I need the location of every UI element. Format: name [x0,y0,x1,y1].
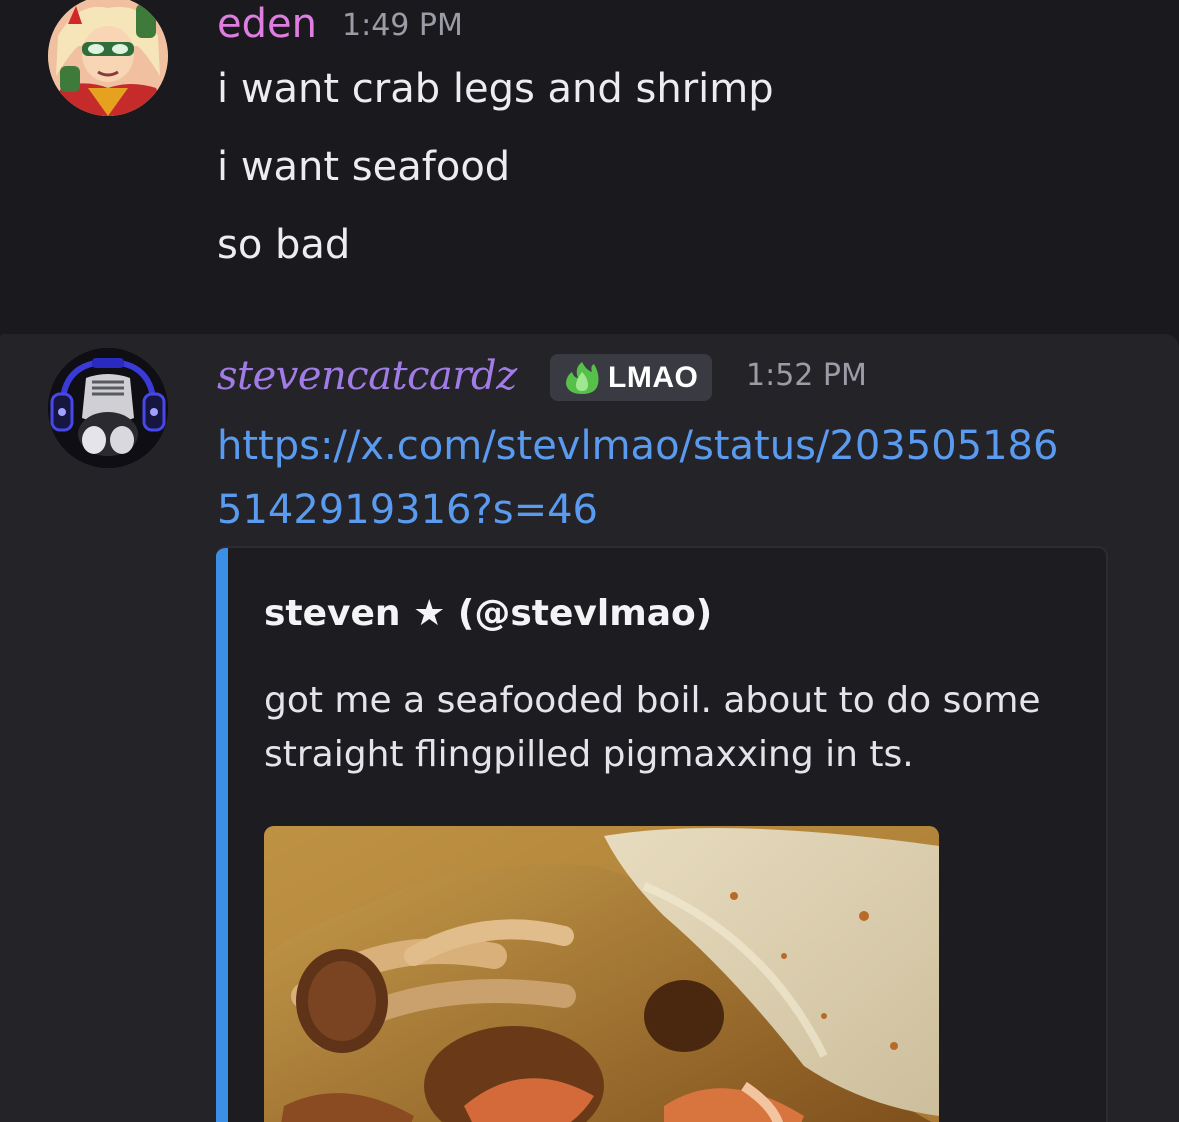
embed-image[interactable] [264,826,939,1122]
green-flame-icon [562,358,602,398]
message-text: i want seafood [217,144,511,190]
avatar-cat-headphones-icon [48,348,168,468]
avatar[interactable] [48,348,168,468]
embed-text-line: straight flingpilled pigmaxxing in ts. [264,734,914,775]
message-group-eden: eden 1:49 PM i want crab legs and shrimp… [0,0,1179,334]
seafood-boil-photo-icon [264,826,939,1122]
link-line[interactable]: 5142919316?s=46 [217,478,1107,542]
embed-accent-bar [216,548,228,1122]
avatar-anime-character-icon [48,0,168,116]
avatar[interactable] [48,0,168,116]
embed-text-line: got me a seafooded boil. about to do som… [264,680,1041,721]
timestamp[interactable]: 1:52 PM [746,356,867,396]
embed-description: got me a seafooded boil. about to do som… [264,674,1064,782]
link-embed: steven ★ (@stevlmao) got me a seafooded … [216,546,1108,1122]
embed-author[interactable]: steven ★ (@stevlmao) [264,592,712,636]
message-text: so bad [217,222,351,268]
chat-view: eden 1:49 PM i want crab legs and shrimp… [0,0,1179,1122]
tag-label: LMAO [608,360,699,394]
timestamp[interactable]: 1:49 PM [342,6,463,46]
message-group-stevencatcardz: stevencatcardz LMAO 1:52 PM https://x.co… [0,334,1179,1122]
message-link[interactable]: https://x.com/stevlmao/status/203505186 … [217,414,1107,542]
link-line[interactable]: https://x.com/stevlmao/status/203505186 [217,414,1107,478]
server-tag[interactable]: LMAO [550,354,713,401]
username[interactable]: eden [217,0,317,48]
username[interactable]: stevencatcardz [217,352,517,400]
message-text: i want crab legs and shrimp [217,66,774,112]
